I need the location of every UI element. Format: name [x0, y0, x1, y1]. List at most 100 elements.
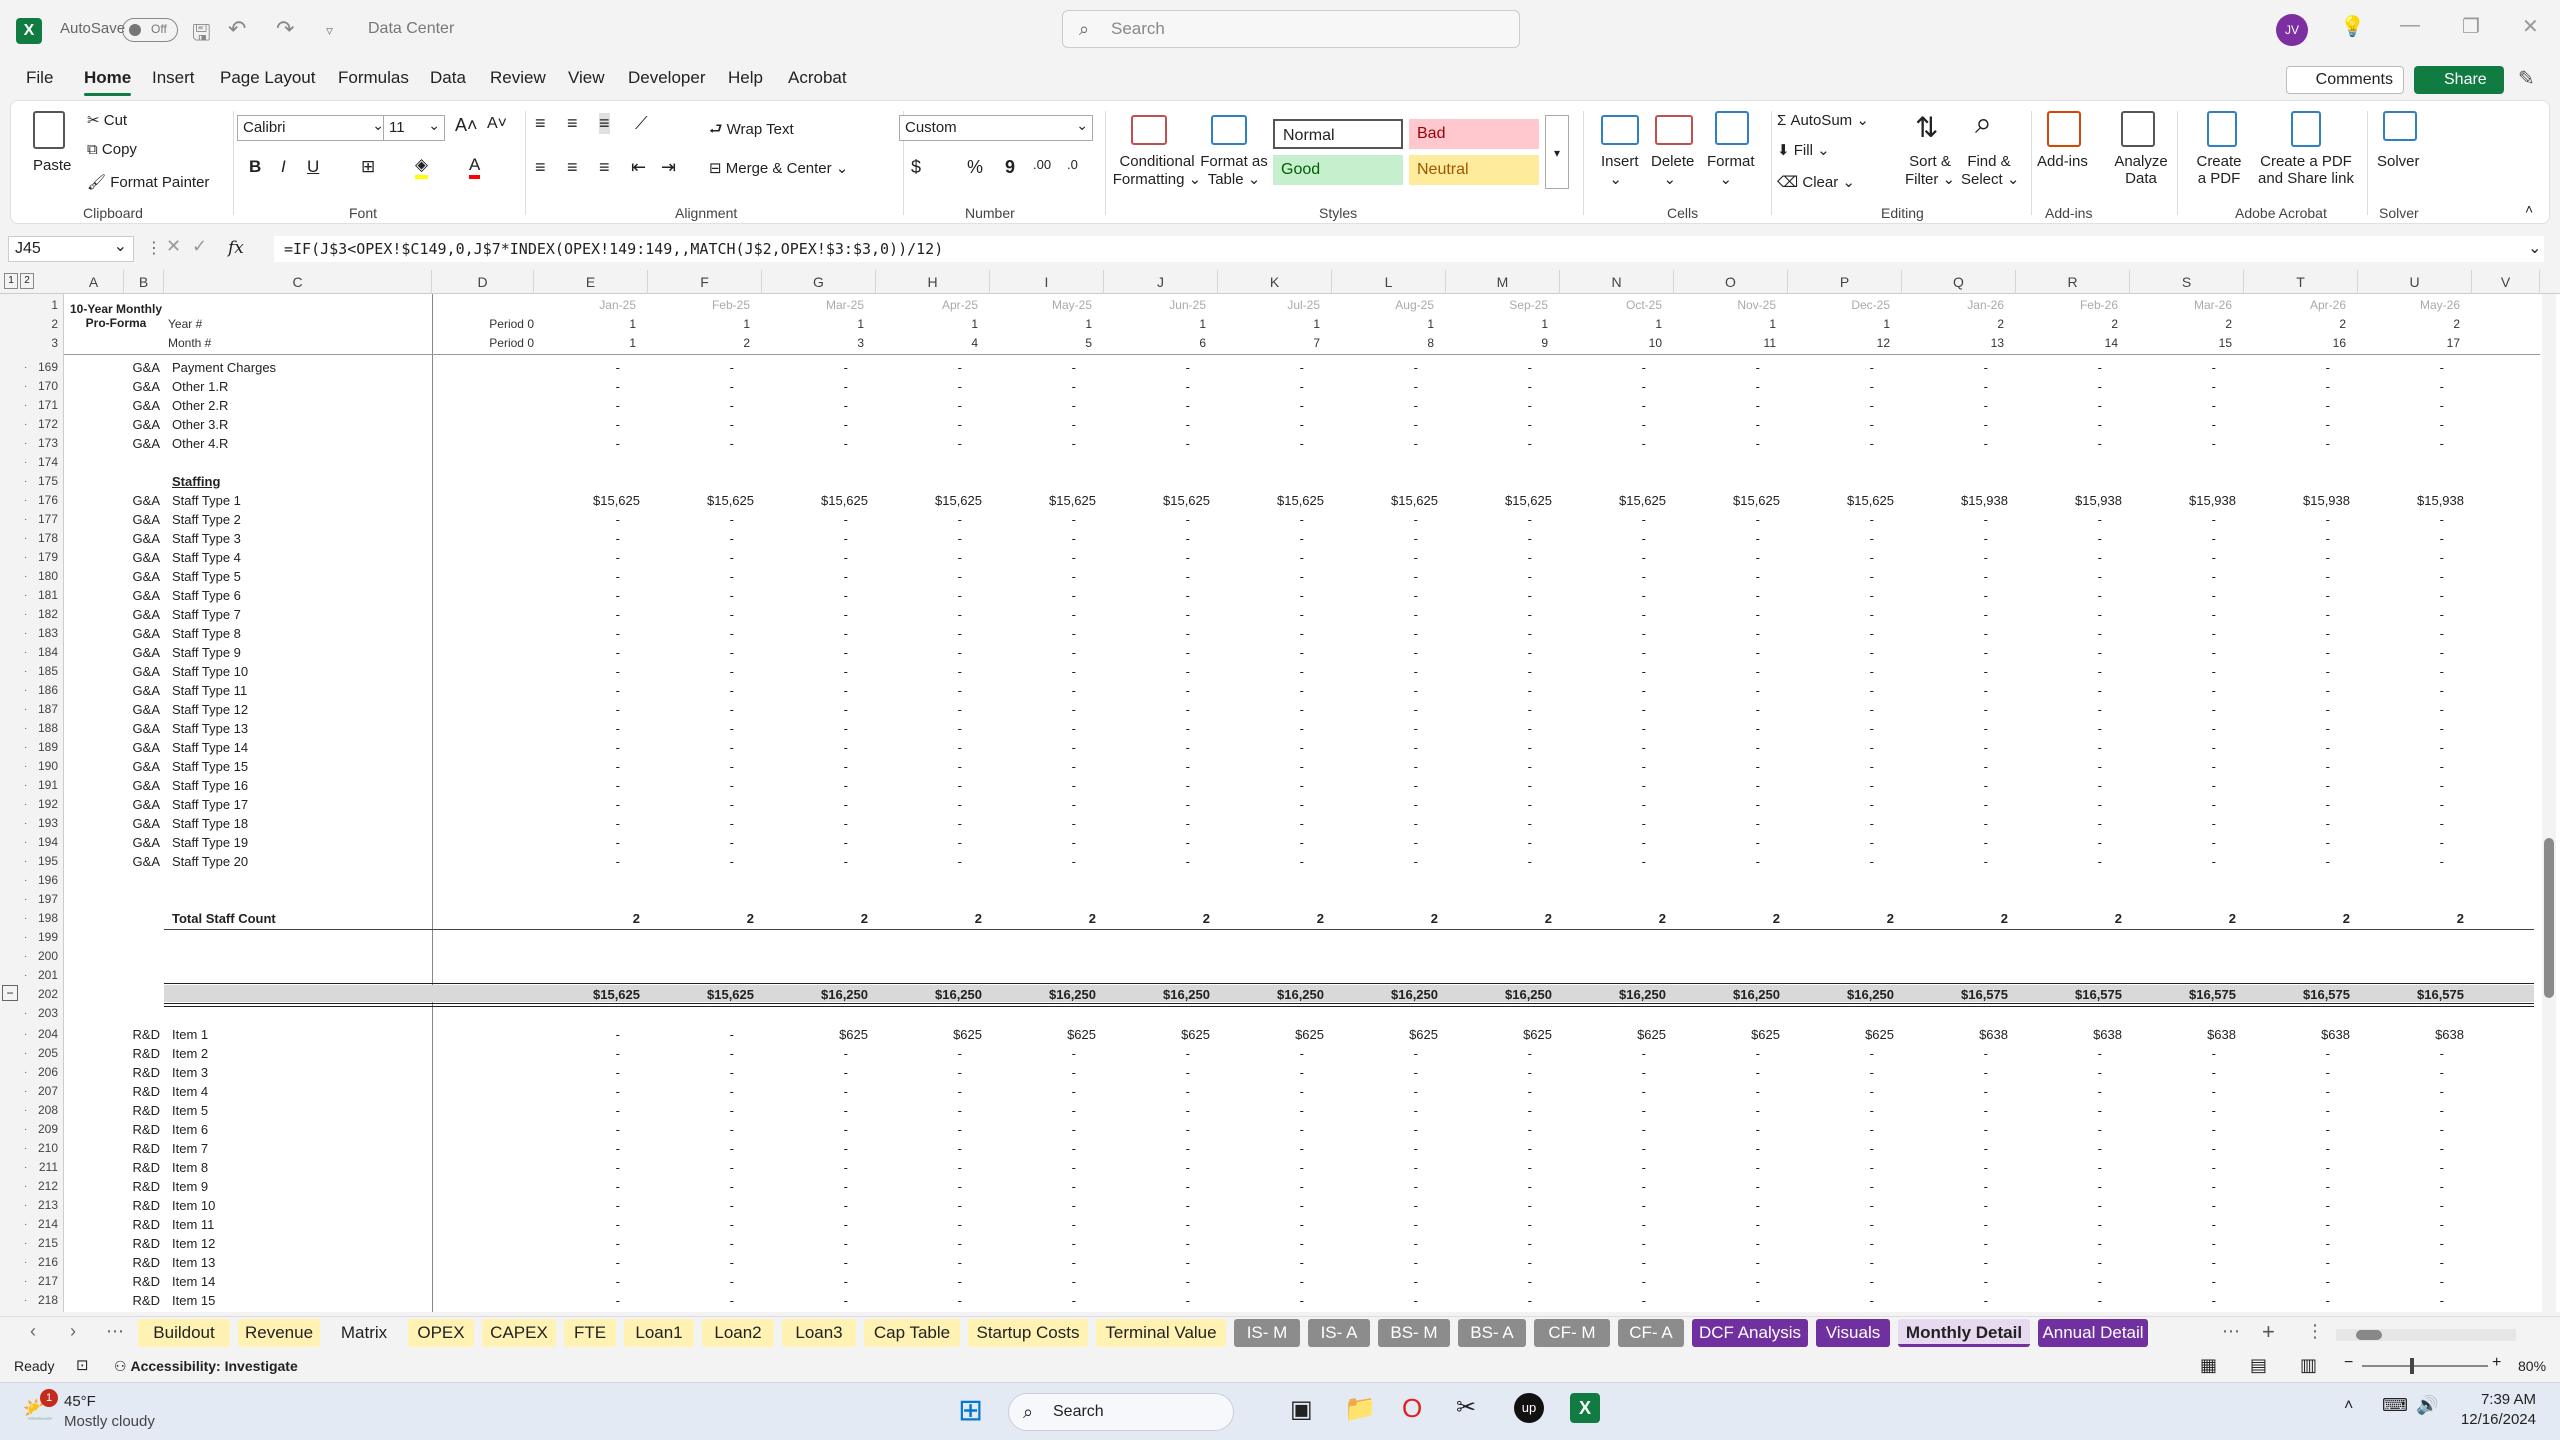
value-cell[interactable]: -	[1104, 396, 1190, 415]
value-cell[interactable]: -	[534, 795, 620, 814]
value-cell[interactable]: -	[2016, 1120, 2102, 1139]
value-cell[interactable]: -	[2358, 605, 2444, 624]
column-header-s[interactable]: S	[2130, 270, 2244, 294]
value-cell[interactable]: -	[648, 567, 734, 586]
tab-visuals[interactable]: Visuals	[1816, 1319, 1890, 1347]
value-cell[interactable]: -	[534, 1291, 620, 1310]
value-cell[interactable]: -	[648, 643, 734, 662]
value-cell[interactable]: -	[1446, 1215, 1532, 1234]
upwork-icon[interactable]: up	[1514, 1393, 1544, 1423]
value-cell[interactable]: -	[1446, 377, 1532, 396]
value-cell[interactable]: $16,250	[1104, 985, 1210, 1004]
value-cell[interactable]: -	[2358, 1177, 2444, 1196]
column-header-m[interactable]: M	[1446, 270, 1560, 294]
value-cell[interactable]: -	[2130, 795, 2216, 814]
value-cell[interactable]: -	[1674, 358, 1760, 377]
volume-icon[interactable]: 🔊	[2416, 1395, 2438, 1416]
value-cell[interactable]: -	[648, 548, 734, 567]
value-cell[interactable]: -	[2130, 1120, 2216, 1139]
value-cell[interactable]: -	[1902, 1253, 1988, 1272]
outline-level-1[interactable]: 1	[4, 273, 18, 289]
value-cell[interactable]: -	[1674, 1101, 1760, 1120]
value-cell[interactable]: -	[1446, 1120, 1532, 1139]
value-cell[interactable]: -	[2016, 1139, 2102, 1158]
value-cell[interactable]: -	[762, 1291, 848, 1310]
value-cell[interactable]: -	[1446, 1196, 1532, 1215]
value-cell[interactable]: $16,575	[2244, 985, 2350, 1004]
value-cell[interactable]: -	[1104, 700, 1190, 719]
value-cell[interactable]: -	[1560, 833, 1646, 852]
prev-sheet-icon[interactable]: ‹	[30, 1321, 36, 1342]
value-cell[interactable]: 2	[2244, 909, 2350, 928]
value-cell[interactable]: 2	[1218, 909, 1324, 928]
value-cell[interactable]: $16,575	[2358, 985, 2464, 1004]
value-cell[interactable]: -	[1218, 586, 1304, 605]
value-cell[interactable]: -	[1560, 377, 1646, 396]
row-header[interactable]: · 172	[0, 415, 64, 434]
value-cell[interactable]: -	[990, 358, 1076, 377]
value-cell[interactable]: $16,250	[1446, 985, 1552, 1004]
page-break-view-icon[interactable]: ▥	[2300, 1355, 2317, 1376]
value-cell[interactable]: -	[2130, 567, 2216, 586]
bold-icon[interactable]: B	[249, 157, 261, 177]
value-cell[interactable]: $638	[2358, 1025, 2464, 1044]
zoom-level[interactable]: 80%	[2518, 1358, 2546, 1374]
tab-bs-a[interactable]: BS- A	[1458, 1319, 1526, 1347]
value-cell[interactable]: -	[1788, 757, 1874, 776]
value-cell[interactable]: $15,938	[2244, 491, 2350, 510]
value-cell[interactable]: -	[1332, 1063, 1418, 1082]
value-cell[interactable]: -	[990, 643, 1076, 662]
value-cell[interactable]: -	[2016, 1177, 2102, 1196]
insert-cells-button[interactable]: Insert ⌄	[1601, 153, 1639, 188]
value-cell[interactable]: -	[1104, 377, 1190, 396]
paste-icon[interactable]	[33, 111, 65, 149]
value-cell[interactable]: -	[1560, 586, 1646, 605]
value-cell[interactable]: -	[876, 700, 962, 719]
value-cell[interactable]: -	[1218, 358, 1304, 377]
value-cell[interactable]: -	[534, 643, 620, 662]
value-cell[interactable]: -	[1332, 852, 1418, 871]
value-cell[interactable]: -	[1104, 1272, 1190, 1291]
value-cell[interactable]: -	[990, 814, 1076, 833]
value-cell[interactable]: -	[1560, 662, 1646, 681]
fill-color-icon[interactable]: ◈	[415, 155, 429, 179]
value-cell[interactable]: -	[1788, 624, 1874, 643]
value-cell[interactable]: -	[2016, 1215, 2102, 1234]
column-header-e[interactable]: E	[534, 270, 648, 294]
value-cell[interactable]: 2	[2016, 909, 2122, 928]
value-cell[interactable]: -	[1788, 1177, 1874, 1196]
value-cell[interactable]: -	[762, 795, 848, 814]
value-cell[interactable]: 2	[1332, 909, 1438, 928]
column-header-n[interactable]: N	[1560, 270, 1674, 294]
value-cell[interactable]: -	[2244, 1215, 2330, 1234]
value-cell[interactable]: -	[1218, 662, 1304, 681]
value-cell[interactable]: -	[1104, 1139, 1190, 1158]
value-cell[interactable]: -	[1446, 1272, 1532, 1291]
value-cell[interactable]: -	[1332, 1215, 1418, 1234]
value-cell[interactable]: -	[648, 1082, 734, 1101]
value-cell[interactable]: -	[2130, 377, 2216, 396]
find-select-icon[interactable]: ⌕	[1975, 107, 1992, 141]
row-header[interactable]: · 175	[0, 472, 64, 491]
value-cell[interactable]: -	[1560, 1253, 1646, 1272]
value-cell[interactable]: -	[1104, 624, 1190, 643]
value-cell[interactable]: -	[2016, 814, 2102, 833]
value-cell[interactable]: -	[2244, 624, 2330, 643]
value-cell[interactable]: -	[648, 1253, 734, 1272]
conditional-formatting-button[interactable]: Conditional Formatting ⌄	[1107, 153, 1207, 188]
value-cell[interactable]: -	[1788, 1253, 1874, 1272]
tab-capex[interactable]: CAPEX	[482, 1319, 556, 1347]
value-cell[interactable]: -	[876, 1082, 962, 1101]
column-header-u[interactable]: U	[2358, 270, 2472, 294]
value-cell[interactable]: -	[2130, 833, 2216, 852]
value-cell[interactable]: -	[1560, 510, 1646, 529]
value-cell[interactable]: -	[990, 757, 1076, 776]
value-cell[interactable]: -	[534, 1101, 620, 1120]
value-cell[interactable]: -	[1104, 434, 1190, 453]
value-cell[interactable]: $15,625	[990, 491, 1096, 510]
row-header[interactable]: · 176	[0, 491, 64, 510]
create-pdf-icon[interactable]	[2207, 111, 2237, 147]
row-header[interactable]: · 192	[0, 795, 64, 814]
value-cell[interactable]: -	[1788, 852, 1874, 871]
currency-button[interactable]: $	[911, 157, 921, 178]
